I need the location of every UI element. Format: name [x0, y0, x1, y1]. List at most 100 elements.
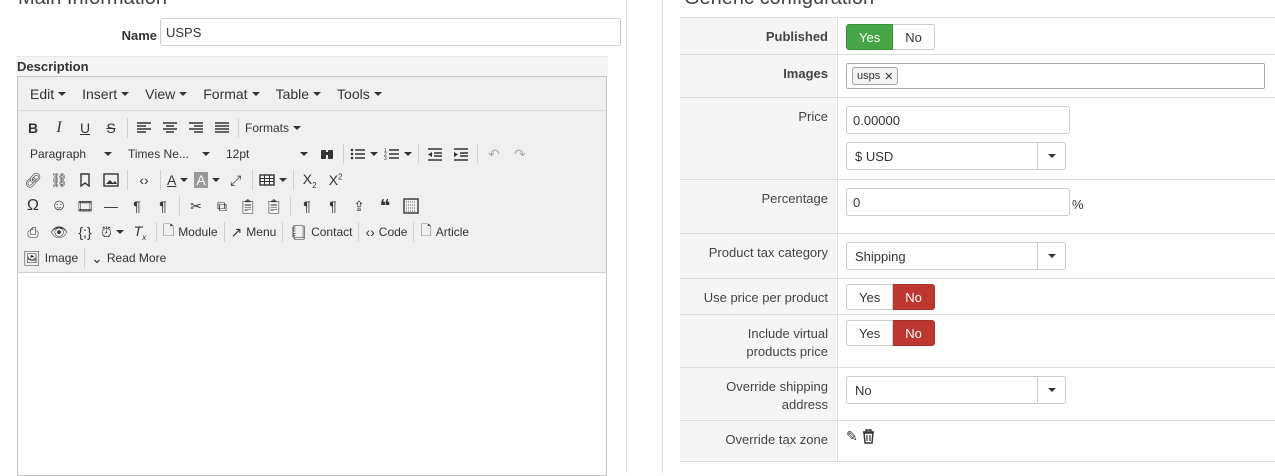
braces-icon: {;}: [78, 224, 92, 240]
indent-button[interactable]: [448, 142, 474, 166]
anchor-button[interactable]: [72, 168, 98, 192]
paste-text-button[interactable]: 📋︎: [261, 194, 287, 218]
emoticons-button[interactable]: ☺: [46, 194, 72, 218]
blockquote-button[interactable]: ❝: [372, 194, 398, 218]
visual-chars-button[interactable]: ¶: [320, 194, 346, 218]
published-label: Published: [680, 18, 836, 54]
italic-button[interactable]: I: [46, 116, 72, 140]
clear-formatting-button[interactable]: Tx: [127, 220, 153, 244]
font-family-select[interactable]: Times Ne...: [118, 142, 216, 166]
price-per-product-yes-button[interactable]: Yes: [846, 284, 894, 310]
code-sample-button[interactable]: {;}: [72, 220, 98, 244]
include-virtual-yes-button[interactable]: Yes: [846, 320, 894, 346]
show-blocks-button[interactable]: ¶: [294, 194, 320, 218]
article-button[interactable]: 🗋︎ Article: [417, 220, 472, 244]
percentage-input[interactable]: [846, 188, 1070, 216]
numbered-list-button[interactable]: 123: [381, 142, 415, 166]
background-color-button[interactable]: A: [191, 168, 222, 192]
media-button[interactable]: 🎞︎: [72, 194, 98, 218]
menu-button[interactable]: ↗ Menu: [228, 220, 280, 244]
align-justify-button[interactable]: [209, 116, 235, 140]
caret-down-icon: [251, 91, 260, 96]
price-input[interactable]: [846, 106, 1070, 134]
contact-button[interactable]: 📒︎ Contact: [286, 220, 355, 244]
menu-table[interactable]: Table: [268, 86, 329, 102]
undo-button[interactable]: ↶: [481, 142, 507, 166]
price-per-product-no-button[interactable]: No: [893, 284, 935, 310]
paragraph-select[interactable]: Paragraph: [20, 142, 118, 166]
template-button[interactable]: [398, 194, 424, 218]
generic-configuration-title: Generic configuration: [684, 0, 874, 10]
bullet-list-button[interactable]: [347, 142, 381, 166]
outdent-button[interactable]: [422, 142, 448, 166]
bookmark-icon: [80, 173, 90, 188]
insert-time-button[interactable]: ⏰︎: [98, 220, 127, 244]
override-shipping-select[interactable]: No: [846, 376, 1066, 404]
menu-tools[interactable]: Tools: [329, 86, 390, 102]
underline-button[interactable]: U: [72, 116, 98, 140]
insert-image-button[interactable]: [98, 168, 124, 192]
print-button[interactable]: ⎙: [20, 220, 46, 244]
images-tag-input[interactable]: usps ✕: [846, 63, 1265, 89]
published-toggle: Yes No: [846, 24, 935, 50]
rtl-button[interactable]: ¶: [150, 194, 176, 218]
horizontal-line-button[interactable]: —: [98, 194, 124, 218]
align-center-button[interactable]: [157, 116, 183, 140]
insert-link-button[interactable]: 🔗︎: [20, 168, 46, 192]
name-input[interactable]: [160, 18, 621, 46]
align-left-icon: [137, 122, 151, 133]
ltr-button[interactable]: ¶: [124, 194, 150, 218]
source-code-button[interactable]: ‹›: [131, 168, 157, 192]
remove-tag-icon[interactable]: ✕: [884, 70, 893, 83]
remove-link-button[interactable]: ⛓︎: [46, 168, 72, 192]
bold-button[interactable]: B: [20, 116, 46, 140]
share-icon: ↗: [230, 223, 243, 240]
redo-button[interactable]: ↷: [507, 142, 533, 166]
link-icon: 🔗︎: [24, 171, 42, 188]
menu-insert[interactable]: Insert: [74, 86, 137, 102]
toolbar-separator: [155, 222, 157, 242]
tax-category-select[interactable]: Shipping: [846, 242, 1066, 270]
insert-datetime-button[interactable]: ⇪: [346, 194, 372, 218]
superscript-button[interactable]: X2: [323, 168, 349, 192]
image-button[interactable]: 🖼︎ Image: [20, 246, 81, 270]
preview-button[interactable]: 👁︎: [46, 220, 72, 244]
copy-button[interactable]: ⧉: [209, 194, 235, 218]
align-right-button[interactable]: [183, 116, 209, 140]
picture-icon: 🖼︎: [23, 249, 41, 266]
published-no-button[interactable]: No: [893, 24, 935, 50]
formats-dropdown[interactable]: Formats: [242, 116, 304, 140]
module-button[interactable]: 🗋︎ Module: [160, 220, 221, 244]
pencil-icon[interactable]: ✎: [846, 428, 858, 445]
toolbar-separator: [127, 170, 128, 190]
include-virtual-no-button[interactable]: No: [893, 320, 935, 346]
published-yes-button[interactable]: Yes: [846, 24, 894, 50]
image-tag: usps ✕: [852, 67, 899, 85]
menu-format[interactable]: Format: [195, 86, 267, 102]
menu-edit[interactable]: Edit: [22, 86, 74, 102]
subscript-button[interactable]: X2: [297, 168, 323, 192]
eye-icon: 👁︎: [50, 223, 68, 240]
toolbar-separator: [251, 170, 253, 190]
fullscreen-button[interactable]: ⤢: [223, 168, 249, 192]
strikethrough-button[interactable]: S: [98, 116, 124, 140]
currency-select[interactable]: $ USD: [846, 142, 1066, 170]
cut-button[interactable]: ✂: [183, 194, 209, 218]
special-character-button[interactable]: Ω: [20, 194, 46, 218]
menu-view[interactable]: View: [137, 86, 195, 102]
align-left-button[interactable]: [131, 116, 157, 140]
clear-formatting-icon: Tx: [133, 222, 147, 242]
align-right-icon: [189, 122, 203, 133]
trash-icon[interactable]: [862, 429, 875, 444]
paste-button[interactable]: 📋︎: [235, 194, 261, 218]
toolbar-separator: [477, 144, 478, 164]
font-size-select[interactable]: 12pt: [216, 142, 314, 166]
read-more-button[interactable]: ⌄ Read More: [88, 246, 169, 270]
table-button[interactable]: [256, 168, 290, 192]
copy-icon: ⧉: [217, 197, 227, 214]
find-replace-button[interactable]: [314, 142, 340, 166]
code-button[interactable]: ‹› Code: [362, 220, 410, 244]
editor-content-area[interactable]: [18, 273, 606, 473]
text-color-button[interactable]: A: [164, 168, 191, 192]
align-center-icon: [163, 122, 177, 133]
